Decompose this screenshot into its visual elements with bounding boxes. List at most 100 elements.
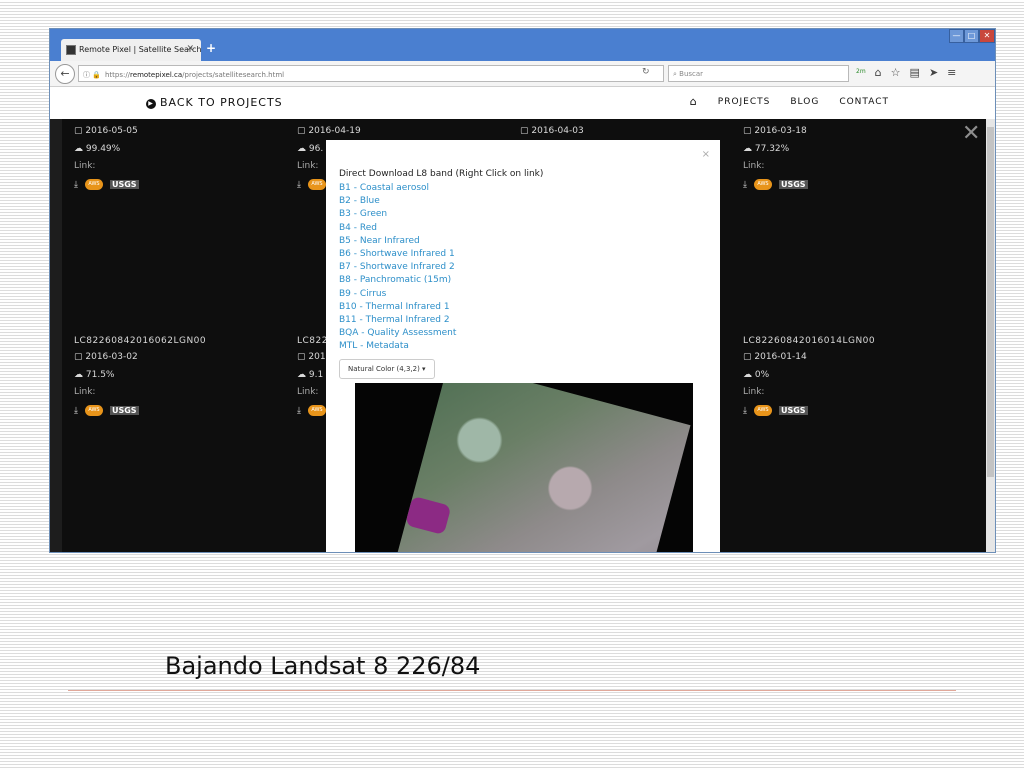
- bookmark-star-icon[interactable]: ☆: [891, 66, 901, 79]
- band-link-b11[interactable]: B11 - Thermal Infrared 2: [339, 314, 456, 327]
- nav-blog[interactable]: BLOG: [790, 97, 819, 107]
- calendar-icon: ▢: [74, 352, 86, 362]
- home-icon[interactable]: ⌂: [875, 66, 882, 79]
- band-link-b9[interactable]: B9 - Cirrus: [339, 288, 456, 301]
- site-header: ▶ BACK TO PROJECTS ⌂ PROJECTS BLOG CONTAC…: [50, 87, 995, 119]
- nav-projects[interactable]: PROJECTS: [718, 97, 771, 107]
- back-to-projects-link[interactable]: ▶ BACK TO PROJECTS: [146, 96, 283, 109]
- send-icon[interactable]: ➤: [929, 66, 938, 79]
- maximize-button[interactable]: □: [964, 29, 979, 43]
- usgs-logo[interactable]: USGS: [109, 180, 139, 189]
- reload-icon[interactable]: ↻: [642, 67, 650, 77]
- result-card[interactable]: ▢ 2016-05-05 ☁ 99.49% Link: ⤓ AWS USGS: [74, 123, 262, 333]
- navigation-toolbar: ← ⓘ 🔒 https://remotepixel.ca/projects/sat…: [50, 61, 995, 87]
- site-info-icon[interactable]: ⓘ 🔒: [83, 71, 101, 79]
- home-icon[interactable]: ⌂: [690, 96, 698, 107]
- calendar-icon: ▢: [74, 126, 86, 136]
- minimize-button[interactable]: —: [949, 29, 964, 43]
- band-link-b5[interactable]: B5 - Near Infrared: [339, 235, 456, 248]
- band-link-b8[interactable]: B8 - Panchromatic (15m): [339, 274, 456, 287]
- card-actions: ⤓ AWS USGS: [743, 179, 913, 190]
- link-label: Link:: [743, 161, 765, 171]
- card-actions: ⤓ AWS USGS: [74, 179, 244, 190]
- band-composite-dropdown[interactable]: Natural Color (4,3,2) ▾: [339, 359, 435, 379]
- aws-logo[interactable]: AWS: [307, 179, 326, 190]
- link-label: Link:: [74, 387, 96, 397]
- url-host: remotepixel.ca: [130, 71, 183, 79]
- cloud-icon: ☁: [743, 370, 755, 380]
- aws-logo[interactable]: AWS: [84, 405, 103, 416]
- search-placeholder: Buscar: [679, 70, 704, 78]
- scene-preview-image: [355, 383, 693, 552]
- download-icon[interactable]: ⤓: [743, 180, 747, 190]
- scene-thumbnail[interactable]: [757, 363, 931, 537]
- search-field[interactable]: ⌕ Buscar: [668, 65, 849, 82]
- cloud-cover: ☁ 71.5%: [74, 370, 115, 380]
- browser-tab[interactable]: Remote Pixel | Satellite Search ✕: [61, 39, 202, 61]
- band-link-b7[interactable]: B7 - Shortwave Infrared 2: [339, 261, 456, 274]
- back-to-projects-label: BACK TO PROJECTS: [160, 96, 283, 109]
- band-link-b1[interactable]: B1 - Coastal aerosol: [339, 182, 456, 195]
- caption-divider: [68, 690, 956, 691]
- window-controls: — □ ✕: [949, 29, 995, 43]
- band-link-b2[interactable]: B2 - Blue: [339, 195, 456, 208]
- scrollbar-thumb[interactable]: [987, 127, 994, 477]
- result-card[interactable]: LC82260842016014LGN00 ▢ 2016-01-14 ☁ 0% …: [743, 336, 931, 552]
- scene-thumbnail[interactable]: [88, 137, 262, 311]
- nav-contact[interactable]: CONTACT: [839, 97, 889, 107]
- band-link-b10[interactable]: B10 - Thermal Infrared 1: [339, 301, 456, 314]
- url-path: /projects/satellitesearch.html: [182, 71, 285, 79]
- download-icon[interactable]: ⤓: [297, 406, 301, 416]
- aws-logo[interactable]: AWS: [753, 405, 772, 416]
- search-icon: ⌕: [673, 70, 677, 78]
- tab-title: Remote Pixel | Satellite Search: [79, 45, 202, 54]
- tab-close-icon[interactable]: ✕: [186, 44, 194, 54]
- browser-window: Remote Pixel | Satellite Search ✕ + — □ …: [49, 28, 996, 553]
- band-link-list: B1 - Coastal aerosol B2 - Blue B3 - Gree…: [339, 182, 456, 353]
- download-icon[interactable]: ⤓: [74, 180, 78, 190]
- site-nav: ⌂ PROJECTS BLOG CONTACT: [690, 96, 889, 107]
- card-actions: ⤓ AWS USGS: [743, 405, 913, 416]
- slide-caption: Bajando Landsat 8 226/84: [165, 652, 481, 680]
- scene-date: ▢ 2016-04-03: [520, 126, 584, 136]
- aws-logo[interactable]: AWS: [307, 405, 326, 416]
- favicon-icon: [66, 45, 76, 55]
- browser-toolbar-icons: 2m ⌂ ☆ ▤ ➤ ≡: [856, 66, 956, 79]
- usgs-logo[interactable]: USGS: [109, 406, 139, 415]
- download-icon[interactable]: ⤓: [74, 406, 78, 416]
- cloud-icon: ☁: [74, 144, 86, 154]
- new-tab-button[interactable]: +: [206, 41, 216, 55]
- back-button[interactable]: ←: [55, 64, 75, 84]
- calendar-icon: ▢: [743, 126, 755, 136]
- link-label: Link:: [297, 161, 319, 171]
- modal-close-icon[interactable]: ×: [702, 149, 710, 160]
- extension-badge[interactable]: 2m: [856, 66, 866, 79]
- reading-list-icon[interactable]: ▤: [910, 66, 920, 79]
- cloud-cover: ☁ 96.: [297, 144, 324, 154]
- aws-logo[interactable]: AWS: [753, 179, 772, 190]
- usgs-logo[interactable]: USGS: [778, 406, 808, 415]
- result-card[interactable]: ▢ 2016-03-18 ☁ 77.32% Link: ⤓ AWS USGS: [743, 123, 931, 333]
- link-label: Link:: [297, 387, 319, 397]
- result-card[interactable]: LC82260842016062LGN00 ▢ 2016-03-02 ☁ 71.…: [74, 336, 262, 552]
- cloud-icon: ☁: [297, 370, 309, 380]
- scene-date: ▢ 2016-03-02: [74, 352, 138, 362]
- scene-thumbnail[interactable]: [88, 363, 262, 537]
- menu-icon[interactable]: ≡: [947, 66, 956, 79]
- band-link-mtl[interactable]: MTL - Metadata: [339, 340, 456, 353]
- band-link-b6[interactable]: B6 - Shortwave Infrared 1: [339, 248, 456, 261]
- close-overlay-icon[interactable]: ✕: [962, 121, 980, 146]
- close-window-button[interactable]: ✕: [979, 29, 995, 43]
- download-icon[interactable]: ⤓: [743, 406, 747, 416]
- cloud-cover: ☁ 0%: [743, 370, 770, 380]
- band-link-b3[interactable]: B3 - Green: [339, 208, 456, 221]
- scene-thumbnail[interactable]: [757, 137, 931, 311]
- usgs-logo[interactable]: USGS: [778, 180, 808, 189]
- band-link-bqa[interactable]: BQA - Quality Assessment: [339, 327, 456, 340]
- band-link-b4[interactable]: B4 - Red: [339, 222, 456, 235]
- page-scrollbar[interactable]: [986, 119, 995, 552]
- download-icon[interactable]: ⤓: [297, 180, 301, 190]
- aws-logo[interactable]: AWS: [84, 179, 103, 190]
- calendar-icon: ▢: [520, 126, 532, 136]
- url-field[interactable]: ⓘ 🔒 https://remotepixel.ca/projects/satel…: [78, 65, 664, 82]
